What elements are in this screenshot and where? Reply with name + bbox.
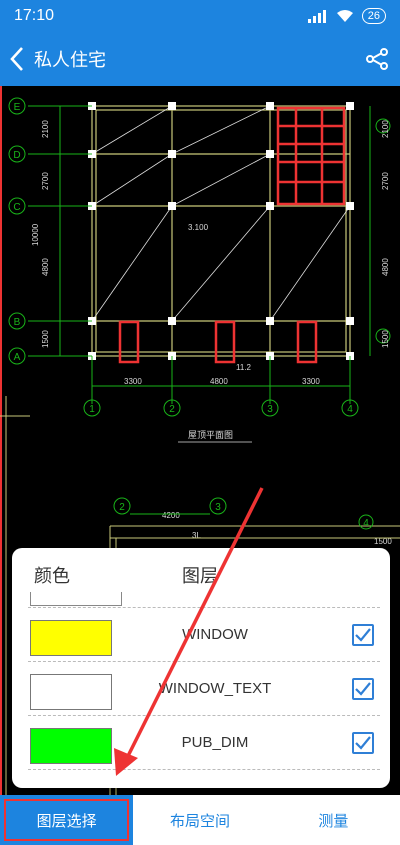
layer-name: WINDOW — [182, 626, 248, 643]
color-swatch — [30, 620, 112, 656]
check-icon — [355, 628, 371, 642]
share-button[interactable] — [364, 46, 390, 72]
dim-label: 2700 — [381, 172, 390, 190]
dim-label: 11.2 — [236, 363, 252, 372]
plan-caption: 屋顶平面图 — [188, 430, 233, 440]
dim-label: 1500 — [41, 330, 50, 348]
layer-row-window[interactable]: WINDOW — [12, 608, 390, 662]
dim-label: 2100 — [381, 120, 390, 138]
grid-col-label: 4 — [363, 518, 369, 529]
layer-column-header: 图层 — [182, 566, 218, 587]
dim-label: 1500 — [381, 330, 390, 348]
bottom-tab-bar: 图层选择 布局空间 测量 — [0, 795, 400, 845]
check-icon — [355, 736, 371, 750]
color-swatch — [30, 728, 112, 764]
layer-row-window-text[interactable]: WINDOW_TEXT — [12, 662, 390, 716]
color-swatch — [30, 674, 112, 710]
grid-row-label: E — [14, 102, 21, 113]
grid-col-label: 4 — [347, 404, 353, 415]
status-icons: 26 — [307, 8, 386, 24]
wifi-icon — [336, 10, 353, 22]
layer-name: PUB_DIM — [181, 734, 249, 751]
dim-label: 4200 — [162, 511, 180, 520]
status-bar: 17:10 26 — [0, 0, 400, 32]
check-icon — [355, 682, 371, 696]
grid-col-label: 2 — [169, 404, 175, 415]
layer-visible-checkbox[interactable] — [352, 624, 374, 646]
divider — [28, 769, 380, 770]
grid-row-label: C — [13, 202, 20, 213]
tab-measure[interactable]: 测量 — [267, 795, 400, 845]
dim-label: 2700 — [41, 172, 50, 190]
dim-label: 2100 — [41, 120, 50, 138]
page-title: 私人住宅 — [34, 50, 106, 71]
grid-col-label: 1 — [89, 404, 95, 415]
elevation-label: 3.100 — [188, 223, 209, 232]
dim-label: 4800 — [210, 377, 228, 386]
chevron-left-icon — [10, 47, 23, 71]
signal-icon — [307, 10, 326, 23]
grid-row-label: D — [13, 150, 20, 161]
battery-icon: 26 — [361, 8, 386, 24]
color-column-header: 颜色 — [34, 566, 70, 587]
layer-panel: 颜色 图层 WINDOW WINDOW_TEXT PUB_DIM — [12, 548, 390, 788]
layer-visible-checkbox[interactable] — [352, 678, 374, 700]
status-time: 17:10 — [14, 7, 55, 24]
layer-row-pub-dim[interactable]: PUB_DIM — [12, 716, 390, 770]
dim-label: 10000 — [31, 223, 40, 246]
dim-label: 4800 — [381, 258, 390, 276]
layer-name: WINDOW_TEXT — [158, 680, 272, 697]
tab-layout-space[interactable]: 布局空间 — [133, 795, 266, 845]
back-button[interactable] — [2, 32, 32, 86]
app-bar: 私人住宅 — [0, 32, 400, 86]
grid-row-label: B — [14, 317, 21, 328]
dim-label: 3300 — [124, 377, 142, 386]
dim-label: 3L — [192, 531, 201, 540]
share-icon — [366, 48, 388, 70]
dim-label: 4800 — [41, 258, 50, 276]
grid-col-label: 2 — [119, 502, 125, 513]
grid-col-label: 3 — [267, 404, 273, 415]
dim-label: 3300 — [302, 377, 320, 386]
grid-row-label: A — [14, 352, 21, 363]
layer-visible-checkbox[interactable] — [352, 732, 374, 754]
tab-layer-select[interactable]: 图层选择 — [0, 795, 134, 845]
previous-swatch-stub — [30, 592, 122, 606]
grid-col-label: 3 — [215, 502, 221, 513]
